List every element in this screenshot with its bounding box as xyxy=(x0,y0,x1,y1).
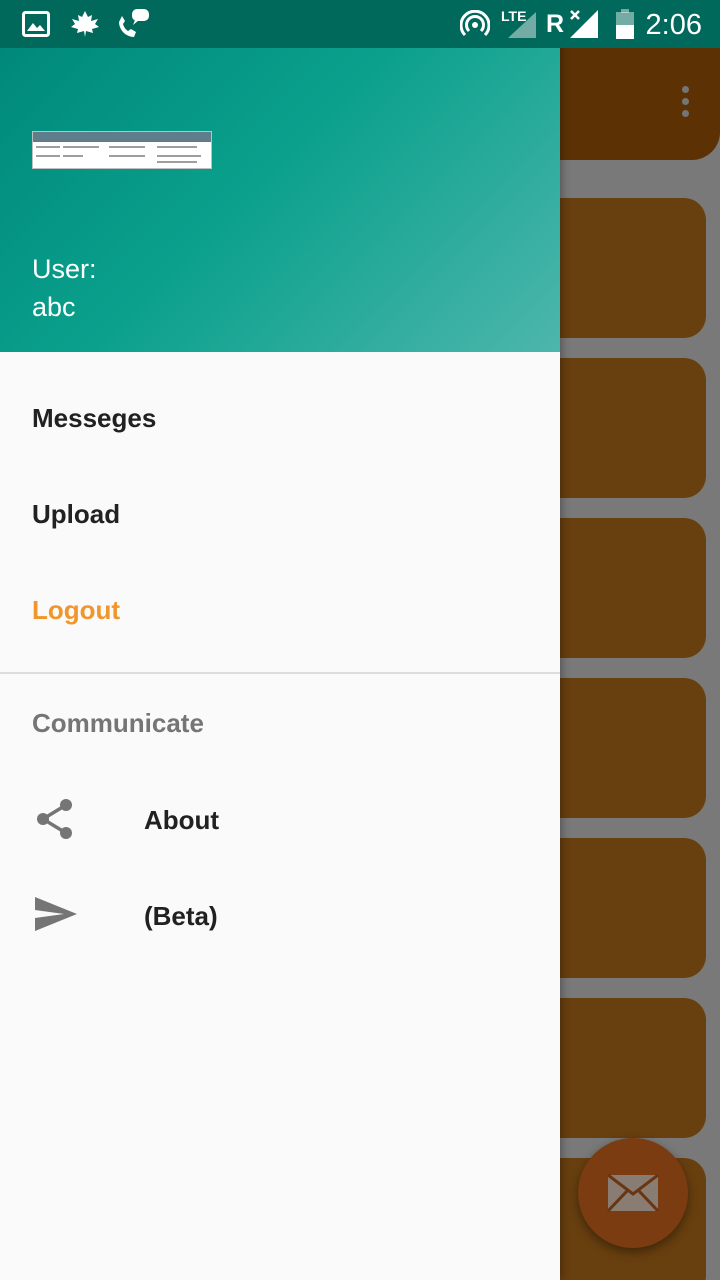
menu-item-logout[interactable]: Logout xyxy=(32,595,120,626)
mail-icon xyxy=(607,1174,659,1212)
clock: 2:06 xyxy=(645,9,702,41)
share-icon xyxy=(37,799,72,839)
menu-item-label: (Beta) xyxy=(144,901,218,931)
navigation-drawer: User: abc Messeges Upload Logout Communi… xyxy=(0,0,560,1280)
menu-divider xyxy=(0,672,560,674)
roaming-indicator: R xyxy=(546,10,565,38)
drawer-header: User: abc xyxy=(0,48,560,352)
battery-icon xyxy=(616,9,634,39)
no-signal-icon xyxy=(570,10,598,38)
menu-item-label: About xyxy=(144,805,220,835)
hotspot-icon xyxy=(460,10,490,37)
compose-fab[interactable] xyxy=(578,1138,688,1248)
user-name: abc xyxy=(32,292,76,322)
lte-signal-icon xyxy=(508,12,536,38)
status-bar: LTE R 2:06 xyxy=(0,0,720,48)
image-icon xyxy=(22,11,50,37)
maple-leaf-icon xyxy=(71,11,99,37)
menu-item-upload[interactable]: Upload xyxy=(32,499,120,530)
section-title-communicate: Communicate xyxy=(32,708,204,738)
send-icon xyxy=(35,897,77,931)
phone-chat-icon xyxy=(119,9,149,37)
menu-item-messages[interactable]: Messeges xyxy=(32,403,156,434)
user-label: User: xyxy=(32,254,97,284)
header-image xyxy=(32,131,212,169)
